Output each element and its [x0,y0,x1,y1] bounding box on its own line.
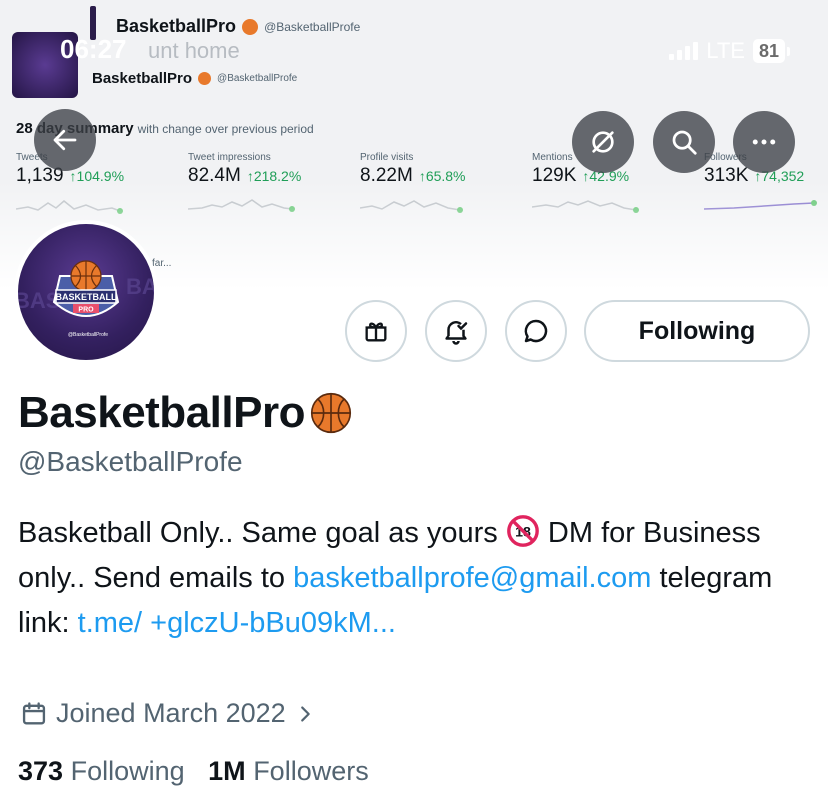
notifications-button[interactable] [425,300,487,362]
logo-handle: @BasketballProfe [68,332,108,338]
search-icon [672,130,697,155]
followers-count: 1M [208,756,246,786]
following-count-link[interactable]: 373 Following [18,756,185,786]
joined-date[interactable]: Joined March 2022 [20,698,316,729]
profile-bio: Basketball Only.. Same goal as yours 18 … [18,511,808,646]
followers-count-link[interactable]: 1M Followers [208,756,369,786]
basketball-emoji [198,72,212,85]
banner-header-row: BasketballPro @BasketballProfe [116,16,360,37]
signal-icon [669,42,699,60]
banner-header-name: BasketballPro [116,16,237,36]
followers-label: Followers [253,756,369,786]
gift-button[interactable] [345,300,407,362]
bell-icon [445,321,468,345]
profile-handle: @BasketballProfe [18,446,243,477]
banner-header-handle: @BasketballProfe [264,19,361,34]
follow-counts: 373 Following 1M Followers [18,756,369,787]
stat-label: Tweet impressions [188,152,271,163]
battery-icon: 81 [752,39,790,63]
profile-avatar[interactable]: BASK BALL BASKETBALL PRO @BasketballProf… [14,220,158,364]
status-time: 06:27 [60,34,127,64]
more-icon [752,139,776,145]
battery-level: 81 [752,39,785,63]
banner-card-name: BasketballPro [92,70,193,87]
logo-line1: BASKETBALL [56,292,117,302]
banner-card-handle: @BasketballProfe [217,73,298,84]
network-type: LTE [706,38,745,63]
basketball-pro-logo: BASK BALL BASKETBALL PRO @BasketballProf… [18,260,154,338]
summary-subtitle: with change over previous period [137,122,314,136]
display-name-text: BasketballPro [18,388,305,437]
status-indicators: LTE 81 [669,38,790,64]
chevron-right-icon [300,705,310,722]
banner-card-row: BasketballPro @BasketballProfe [92,70,297,87]
stat-label: Profile visits [360,152,414,163]
eye-slash-icon [592,131,614,153]
basketball-emoji [310,392,352,434]
basketball-emoji [242,18,259,35]
back-button[interactable] [34,109,96,171]
email-link[interactable]: basketballprofe@gmail.com [293,562,651,594]
following-label: Following [70,756,185,786]
calendar-icon [22,701,46,724]
search-button[interactable] [653,111,715,173]
gift-icon [365,322,387,342]
no-under-18-icon: 18 [507,515,539,547]
mute-button[interactable] [572,111,634,173]
svg-text:BALL: BALL [126,274,154,299]
message-icon [524,319,548,343]
banner-footer-text: far... [152,258,172,269]
following-count: 373 [18,756,64,786]
banner-overlay-text: unt home [148,38,240,63]
joined-text: Joined March 2022 [56,698,286,728]
more-button[interactable] [733,111,795,173]
following-button[interactable]: Following [584,300,810,362]
arrow-left-icon [53,129,77,151]
message-button[interactable] [505,300,567,362]
display-name: BasketballPro [18,388,353,438]
telegram-link[interactable]: t.me/ +glczU-bBu09kM... [78,607,396,639]
bio-text: Basketball Only.. Same goal as yours [18,517,506,549]
logo-line2: PRO [78,307,94,314]
